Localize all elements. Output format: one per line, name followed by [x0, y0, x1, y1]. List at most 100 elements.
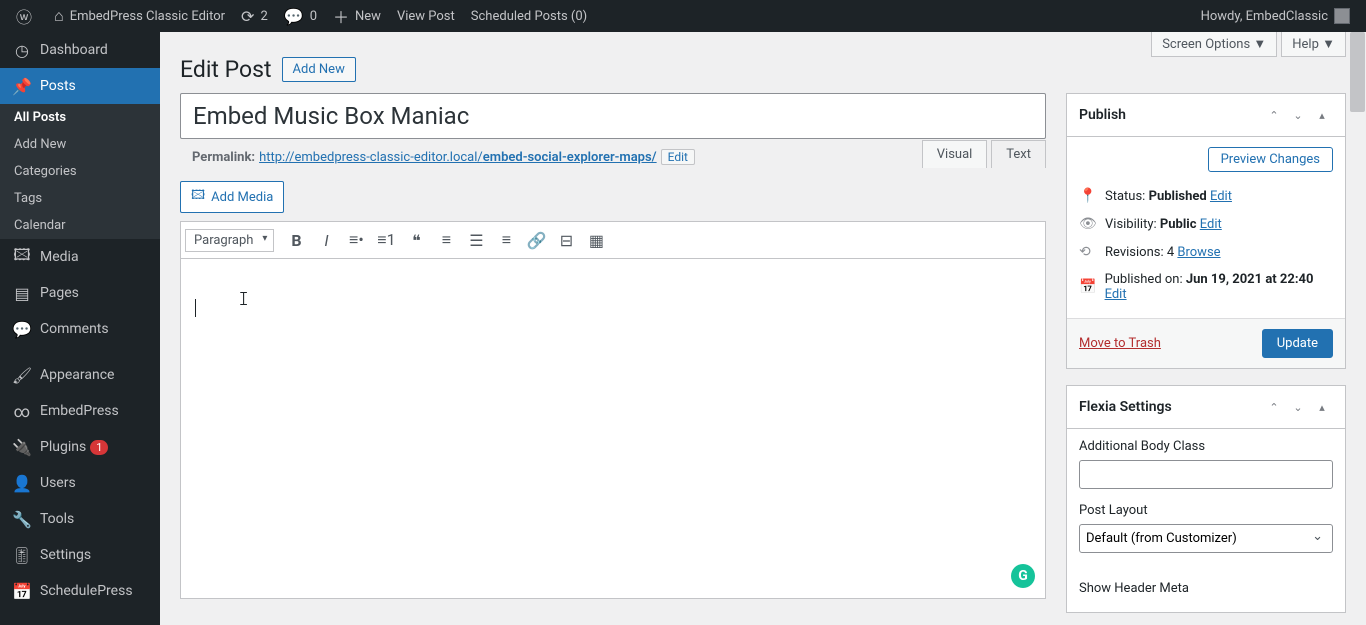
move-to-trash-link[interactable]: Move to Trash [1079, 336, 1161, 351]
sidebar-item-label: Dashboard [40, 42, 108, 58]
move-up-icon[interactable]: ⌃ [1263, 104, 1285, 126]
post-title-input[interactable] [180, 93, 1046, 139]
media-icon: 🖾 [191, 186, 205, 208]
wp-logo[interactable]: ⓦ [8, 0, 46, 32]
plus-icon: ＋ [333, 4, 349, 28]
calendar-icon: 📅 [12, 581, 32, 601]
flexia-title: Flexia Settings [1079, 399, 1172, 415]
sidebar-sub-categories[interactable]: Categories [0, 158, 160, 185]
admin-bar: ⓦ ⌂EmbedPress Classic Editor ⟳2 💬0 ＋New … [0, 0, 1366, 32]
howdy-text: Howdy, EmbedClassic [1201, 9, 1328, 24]
site-link[interactable]: ⌂ EmbedPress Classic Editor [46, 0, 233, 32]
bullet-list-button[interactable]: ≡• [342, 226, 370, 254]
admin-sidebar: ◷Dashboard 📌Posts All Posts Add New Cate… [0, 32, 160, 625]
sidebar-item-users[interactable]: 👤 Users [0, 465, 160, 501]
add-new-button[interactable]: Add New [282, 57, 356, 82]
sidebar-item-label: SchedulePress [40, 583, 133, 599]
updates-link[interactable]: ⟳2 [233, 0, 276, 32]
more-button[interactable]: ⊟ [552, 226, 580, 254]
sidebar-sub-add-new[interactable]: Add New [0, 131, 160, 158]
sidebar-item-pages[interactable]: ▤Pages [0, 275, 160, 311]
scrollbar[interactable] [1349, 32, 1366, 625]
preview-button[interactable]: Preview Changes [1208, 147, 1333, 172]
grammarly-icon[interactable]: G [1011, 564, 1035, 588]
sidebar-item-label: Posts [40, 78, 76, 94]
plugins-badge: 1 [90, 440, 108, 455]
sidebar-sub-tags[interactable]: Tags [0, 185, 160, 212]
main-content: Edit Post Add New Permalink: http://embe… [160, 32, 1366, 625]
text-tab[interactable]: Text [991, 140, 1046, 168]
sidebar-item-label: Media [40, 249, 79, 265]
site-name: EmbedPress Classic Editor [70, 9, 225, 24]
brush-icon: 🖌 [12, 365, 32, 385]
move-down-icon[interactable]: ⌄ [1287, 396, 1309, 418]
sidebar-item-label: Appearance [40, 367, 114, 383]
collapse-icon[interactable]: ▴ [1311, 396, 1333, 418]
visual-tab[interactable]: Visual [922, 140, 988, 168]
permalink-row: Permalink: http://embedpress-classic-edi… [180, 139, 1046, 171]
page-heading: Edit Post Add New [180, 32, 1346, 93]
text-caret [195, 299, 196, 317]
revisions-row: ⟲ Revisions: 4 Browse [1079, 238, 1333, 266]
scheduled-posts-link[interactable]: Scheduled Posts (0) [463, 0, 595, 32]
scrollbar-thumb[interactable] [1350, 32, 1365, 112]
published-row: 📅 Published on: Jun 19, 2021 at 22:40 Ed… [1079, 266, 1333, 308]
sidebar-item-embedpress[interactable]: ∞ EmbedPress [0, 393, 160, 429]
update-button[interactable]: Update [1262, 329, 1333, 358]
view-post-link[interactable]: View Post [389, 0, 463, 32]
sidebar-item-settings[interactable]: 🎚Settings [0, 537, 160, 573]
sidebar-item-appearance[interactable]: 🖌 Appearance [0, 357, 160, 393]
align-right-button[interactable]: ≡ [492, 226, 520, 254]
user-icon: 👤 [12, 473, 32, 493]
sidebar-item-media[interactable]: 🖾 Media [0, 239, 160, 275]
sidebar-item-tools[interactable]: 🔧Tools [0, 501, 160, 537]
italic-button[interactable]: I [312, 226, 340, 254]
status-edit-link[interactable]: Edit [1210, 189, 1232, 204]
howdy-link[interactable]: Howdy, EmbedClassic [1193, 0, 1358, 32]
bold-button[interactable]: B [282, 226, 310, 254]
home-icon: ⌂ [54, 6, 64, 26]
toolbar-toggle-button[interactable]: ▦ [582, 226, 610, 254]
avatar [1334, 8, 1350, 24]
editor-body[interactable]: ꕯ G [180, 259, 1046, 599]
sidebar-item-label: Settings [40, 547, 91, 563]
quote-button[interactable]: ❝ [402, 226, 430, 254]
revisions-browse-link[interactable]: Browse [1177, 245, 1220, 260]
new-content[interactable]: ＋New [325, 0, 389, 32]
align-left-button[interactable]: ≡ [432, 226, 460, 254]
body-class-label: Additional Body Class [1079, 439, 1333, 454]
sidebar-item-posts[interactable]: 📌Posts [0, 68, 160, 104]
show-header-meta-label: Show Header Meta [1079, 581, 1333, 596]
permalink-link[interactable]: http://embedpress-classic-editor.local/e… [259, 150, 657, 165]
plugin-icon: 🔌 [12, 437, 32, 457]
sidebar-item-label: EmbedPress [40, 403, 119, 419]
comments-link[interactable]: 💬0 [276, 0, 325, 32]
format-select[interactable]: Paragraph [185, 229, 274, 252]
sidebar-item-comments[interactable]: 💬Comments [0, 311, 160, 347]
media-icon: 🖾 [12, 247, 32, 267]
move-up-icon[interactable]: ⌃ [1263, 396, 1285, 418]
editor-tabs: Visual Text [922, 143, 1046, 162]
body-class-input[interactable] [1079, 460, 1333, 489]
embedpress-icon: ∞ [12, 401, 32, 421]
sidebar-item-label: Users [40, 475, 76, 491]
permalink-edit-button[interactable]: Edit [661, 149, 695, 165]
collapse-icon[interactable]: ▴ [1311, 104, 1333, 126]
editor-toolbar: Paragraph B I ≡• ≡1 ❝ ≡ ☰ ≡ 🔗 ⊟ ▦ [180, 221, 1046, 259]
move-down-icon[interactable]: ⌄ [1287, 104, 1309, 126]
published-edit-link[interactable]: Edit [1105, 287, 1127, 302]
link-button[interactable]: 🔗 [522, 226, 550, 254]
revisions-icon: ⟲ [1079, 244, 1097, 260]
sidebar-sub-calendar[interactable]: Calendar [0, 212, 160, 239]
add-media-button[interactable]: 🖾Add Media [180, 181, 284, 213]
align-center-button[interactable]: ☰ [462, 226, 490, 254]
post-layout-select[interactable]: Default (from Customizer) [1079, 524, 1333, 553]
comments-count: 0 [310, 9, 317, 24]
status-row: 📍 Status: Published Edit [1079, 182, 1333, 210]
number-list-button[interactable]: ≡1 [372, 226, 400, 254]
sidebar-item-plugins[interactable]: 🔌Plugins1 [0, 429, 160, 465]
sidebar-item-dashboard[interactable]: ◷Dashboard [0, 32, 160, 68]
sidebar-sub-all-posts[interactable]: All Posts [0, 104, 160, 131]
sidebar-item-schedulepress[interactable]: 📅 SchedulePress [0, 573, 160, 609]
visibility-edit-link[interactable]: Edit [1200, 217, 1222, 232]
